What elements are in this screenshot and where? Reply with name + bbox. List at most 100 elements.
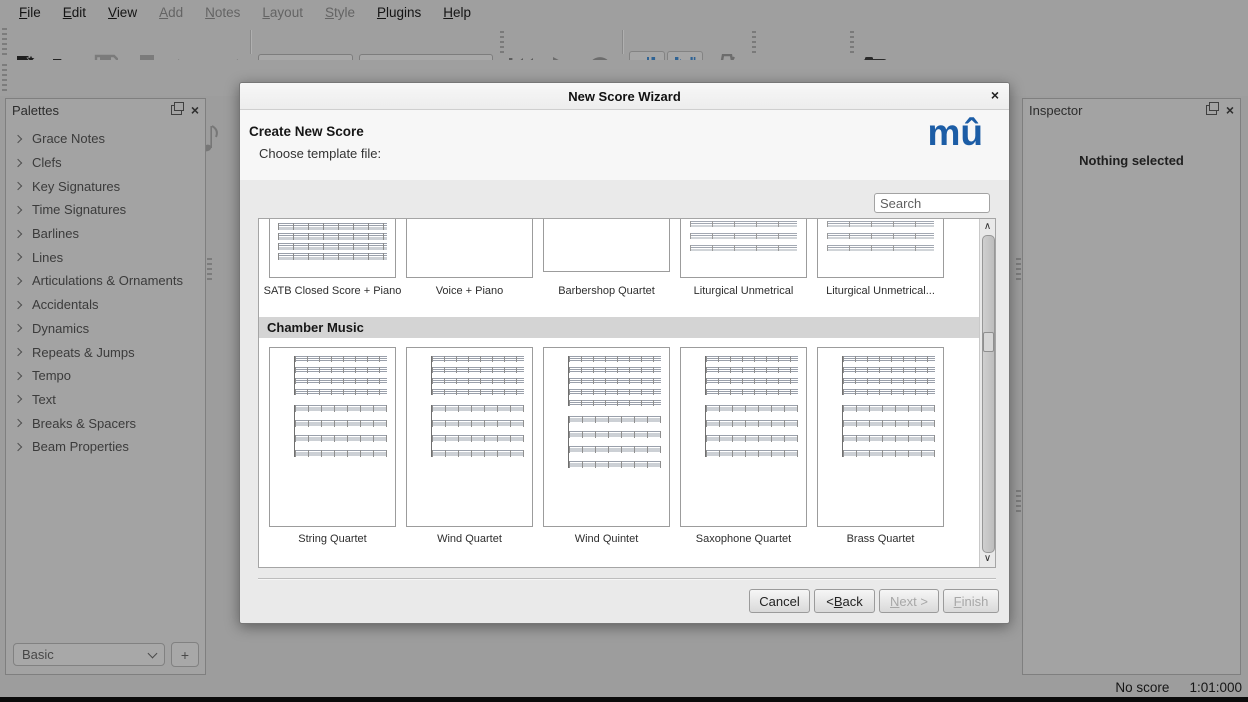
score-state-text: No score xyxy=(1115,680,1169,695)
palette-item-label: Time Signatures xyxy=(32,202,126,217)
workspace-select[interactable]: Basic xyxy=(13,643,165,666)
section-header-label: Chamber Music xyxy=(267,320,364,335)
chevron-right-icon xyxy=(14,300,22,308)
toolbar-separator xyxy=(850,31,854,53)
palette-item-repeats-jumps[interactable]: Repeats & Jumps xyxy=(6,340,205,364)
menu-style[interactable]: Style xyxy=(314,3,366,22)
new-score-wizard-dialog: New Score Wizard × Create New Score Choo… xyxy=(239,82,1010,624)
splitter-grip[interactable] xyxy=(1016,490,1021,514)
palette-item-label: Tempo xyxy=(32,368,71,383)
menu-notes[interactable]: Notes xyxy=(194,3,251,22)
scrollbar-grip[interactable] xyxy=(983,332,994,352)
chevron-right-icon xyxy=(14,348,22,356)
palette-item-grace-notes[interactable]: Grace Notes xyxy=(6,127,205,151)
musescore-logo-icon: mû xyxy=(928,112,984,154)
toolbar-separator xyxy=(622,30,624,54)
template-thumbnail xyxy=(406,347,533,527)
palette-item-label: Grace Notes xyxy=(32,131,105,146)
dialog-close-icon[interactable]: × xyxy=(991,88,999,102)
toolbar-separator xyxy=(500,31,504,53)
chevron-right-icon xyxy=(14,253,22,261)
status-bar: No score 1:01:000 xyxy=(0,677,1248,697)
splitter-grip[interactable] xyxy=(1016,258,1021,282)
scroll-down-icon[interactable]: ∨ xyxy=(980,552,995,566)
cancel-button[interactable]: Cancel xyxy=(749,589,810,613)
chevron-right-icon xyxy=(14,206,22,214)
template-thumbnail xyxy=(543,347,670,527)
workspace-row: Basic + xyxy=(13,642,199,667)
menu-view[interactable]: View xyxy=(97,3,148,22)
chevron-right-icon xyxy=(14,419,22,427)
palette-item-time-signatures[interactable]: Time Signatures xyxy=(6,198,205,222)
chevron-right-icon xyxy=(14,182,22,190)
palette-item-text[interactable]: Text xyxy=(6,388,205,412)
next-button[interactable]: Next > xyxy=(879,589,939,613)
inspector-title: Inspector xyxy=(1029,103,1206,118)
palette-item-articulations-ornaments[interactable]: Articulations & Ornaments xyxy=(6,269,205,293)
menu-add[interactable]: Add xyxy=(148,3,194,22)
palette-item-lines[interactable]: Lines xyxy=(6,245,205,269)
workspace-value: Basic xyxy=(22,647,54,662)
inspector-empty-text: Nothing selected xyxy=(1023,153,1240,168)
chevron-right-icon xyxy=(14,395,22,403)
close-panel-icon[interactable]: × xyxy=(191,103,199,117)
palette-item-beam-properties[interactable]: Beam Properties xyxy=(6,435,205,459)
template-label: Liturgical Unmetrical xyxy=(674,285,813,297)
chevron-right-icon xyxy=(14,443,22,451)
dialog-header: Create New Score Choose template file: m… xyxy=(240,110,1009,180)
chevron-right-icon xyxy=(14,277,22,285)
float-panel-icon[interactable] xyxy=(1206,105,1217,115)
chevron-right-icon xyxy=(14,371,22,379)
palette-item-tempo[interactable]: Tempo xyxy=(6,364,205,388)
template-label: Wind Quintet xyxy=(537,533,676,545)
palette-item-accidentals[interactable]: Accidentals xyxy=(6,293,205,317)
template-label: Liturgical Unmetrical... xyxy=(811,285,950,297)
toolbar-drag-handle[interactable] xyxy=(2,28,7,56)
palette-item-label: Barlines xyxy=(32,226,79,241)
toolbar-separator xyxy=(250,30,252,54)
inspector-panel: Inspector × Nothing selected xyxy=(1022,98,1241,675)
palettes-panel: Palettes × Grace NotesClefsKey Signature… xyxy=(5,98,206,675)
palette-item-barlines[interactable]: Barlines xyxy=(6,222,205,246)
template-label: Barbershop Quartet xyxy=(537,285,676,297)
scroll-up-icon[interactable]: ∧ xyxy=(980,220,995,234)
dialog-heading: Create New Score xyxy=(249,124,364,139)
template-thumbnail xyxy=(543,219,670,272)
close-panel-icon[interactable]: × xyxy=(1226,103,1234,117)
bottom-edge xyxy=(0,697,1248,702)
palette-item-breaks-spacers[interactable]: Breaks & Spacers xyxy=(6,411,205,435)
template-list-scrollbar[interactable]: ∧ ∨ xyxy=(979,219,995,567)
menu-layout[interactable]: Layout xyxy=(251,3,314,22)
back-button[interactable]: < Back xyxy=(814,589,875,613)
template-thumbnail xyxy=(680,219,807,278)
float-panel-icon[interactable] xyxy=(171,105,182,115)
palette-item-label: Text xyxy=(32,392,56,407)
splitter-grip[interactable] xyxy=(207,258,212,282)
palette-item-label: Lines xyxy=(32,250,63,265)
template-label: Wind Quartet xyxy=(400,533,539,545)
palette-item-label: Dynamics xyxy=(32,321,89,336)
palette-list: Grace Notes ClefsKey Signatures Time Signa… xyxy=(6,127,205,459)
menu-plugins[interactable]: Plugins xyxy=(366,3,432,22)
chevron-right-icon xyxy=(14,229,22,237)
playback-position-text: 1:01:000 xyxy=(1189,680,1242,695)
chevron-right-icon xyxy=(14,135,22,143)
scrollbar-thumb[interactable] xyxy=(982,235,995,553)
template-search-input[interactable] xyxy=(874,193,990,213)
template-thumbnail xyxy=(269,219,396,278)
palette-item-key-signatures[interactable]: Key Signatures xyxy=(6,174,205,198)
add-workspace-button[interactable]: + xyxy=(171,642,199,667)
menu-help[interactable]: Help xyxy=(432,3,482,22)
template-list-content: SATB Closed Score + Piano Voice + Piano … xyxy=(259,219,979,567)
finish-button[interactable]: Finish xyxy=(943,589,999,613)
menu-edit[interactable]: Edit xyxy=(52,3,97,22)
menu-file[interactable]: File xyxy=(8,3,52,22)
toolbar-drag-handle[interactable] xyxy=(2,64,7,92)
dialog-title-bar[interactable]: New Score Wizard × xyxy=(240,83,1009,110)
palette-item-label: Accidentals xyxy=(32,297,98,312)
palette-item-dynamics[interactable]: Dynamics xyxy=(6,317,205,341)
template-label: Saxophone Quartet xyxy=(674,533,813,545)
file-toolbar: 100% Page View xyxy=(0,24,1248,60)
template-label: String Quartet xyxy=(263,533,402,545)
palette-item-clefs[interactable]: Clefs xyxy=(6,151,205,175)
